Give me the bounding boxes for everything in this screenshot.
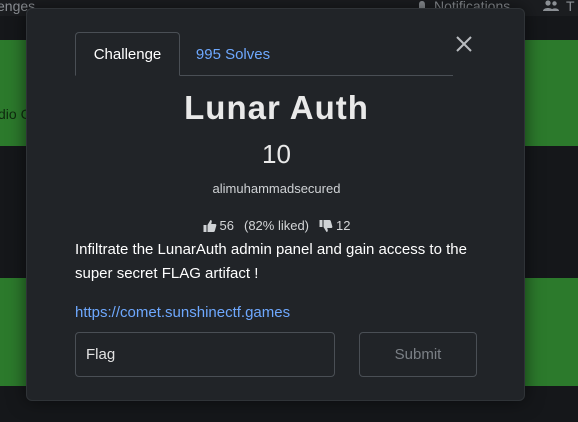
vote-bar: 56 (82% liked) 12 — [27, 218, 526, 233]
challenge-title: Lunar Auth — [184, 89, 369, 126]
close-icon — [456, 36, 472, 52]
challenge-author: alimuhammadsecured — [212, 181, 341, 196]
tab-solves[interactable]: 995 Solves — [183, 32, 283, 76]
flag-input[interactable] — [75, 332, 335, 377]
likes-count: 56 — [219, 218, 234, 233]
thumbs-down-icon[interactable] — [319, 219, 333, 233]
challenge-modal: Challenge 995 Solves Lunar Auth 10 alimu… — [26, 8, 525, 401]
dislikes-count: 12 — [336, 218, 351, 233]
modal-tabs: Challenge 995 Solves — [75, 32, 453, 76]
nav-team-link[interactable]: T — [542, 0, 575, 14]
liked-percent: (82% liked) — [243, 218, 310, 233]
challenge-points: 10 — [262, 139, 291, 169]
challenge-link[interactable]: https://comet.sunshinectf.games — [75, 304, 290, 321]
close-button[interactable] — [452, 32, 476, 56]
challenge-description: Infiltrate the LunarAuth admin panel and… — [75, 241, 467, 282]
nav-team-label: T — [566, 0, 575, 14]
thumbs-up-icon[interactable] — [203, 219, 217, 233]
submit-button[interactable]: Submit — [359, 332, 477, 377]
users-icon — [543, 0, 559, 11]
tab-challenge[interactable]: Challenge — [75, 32, 180, 76]
